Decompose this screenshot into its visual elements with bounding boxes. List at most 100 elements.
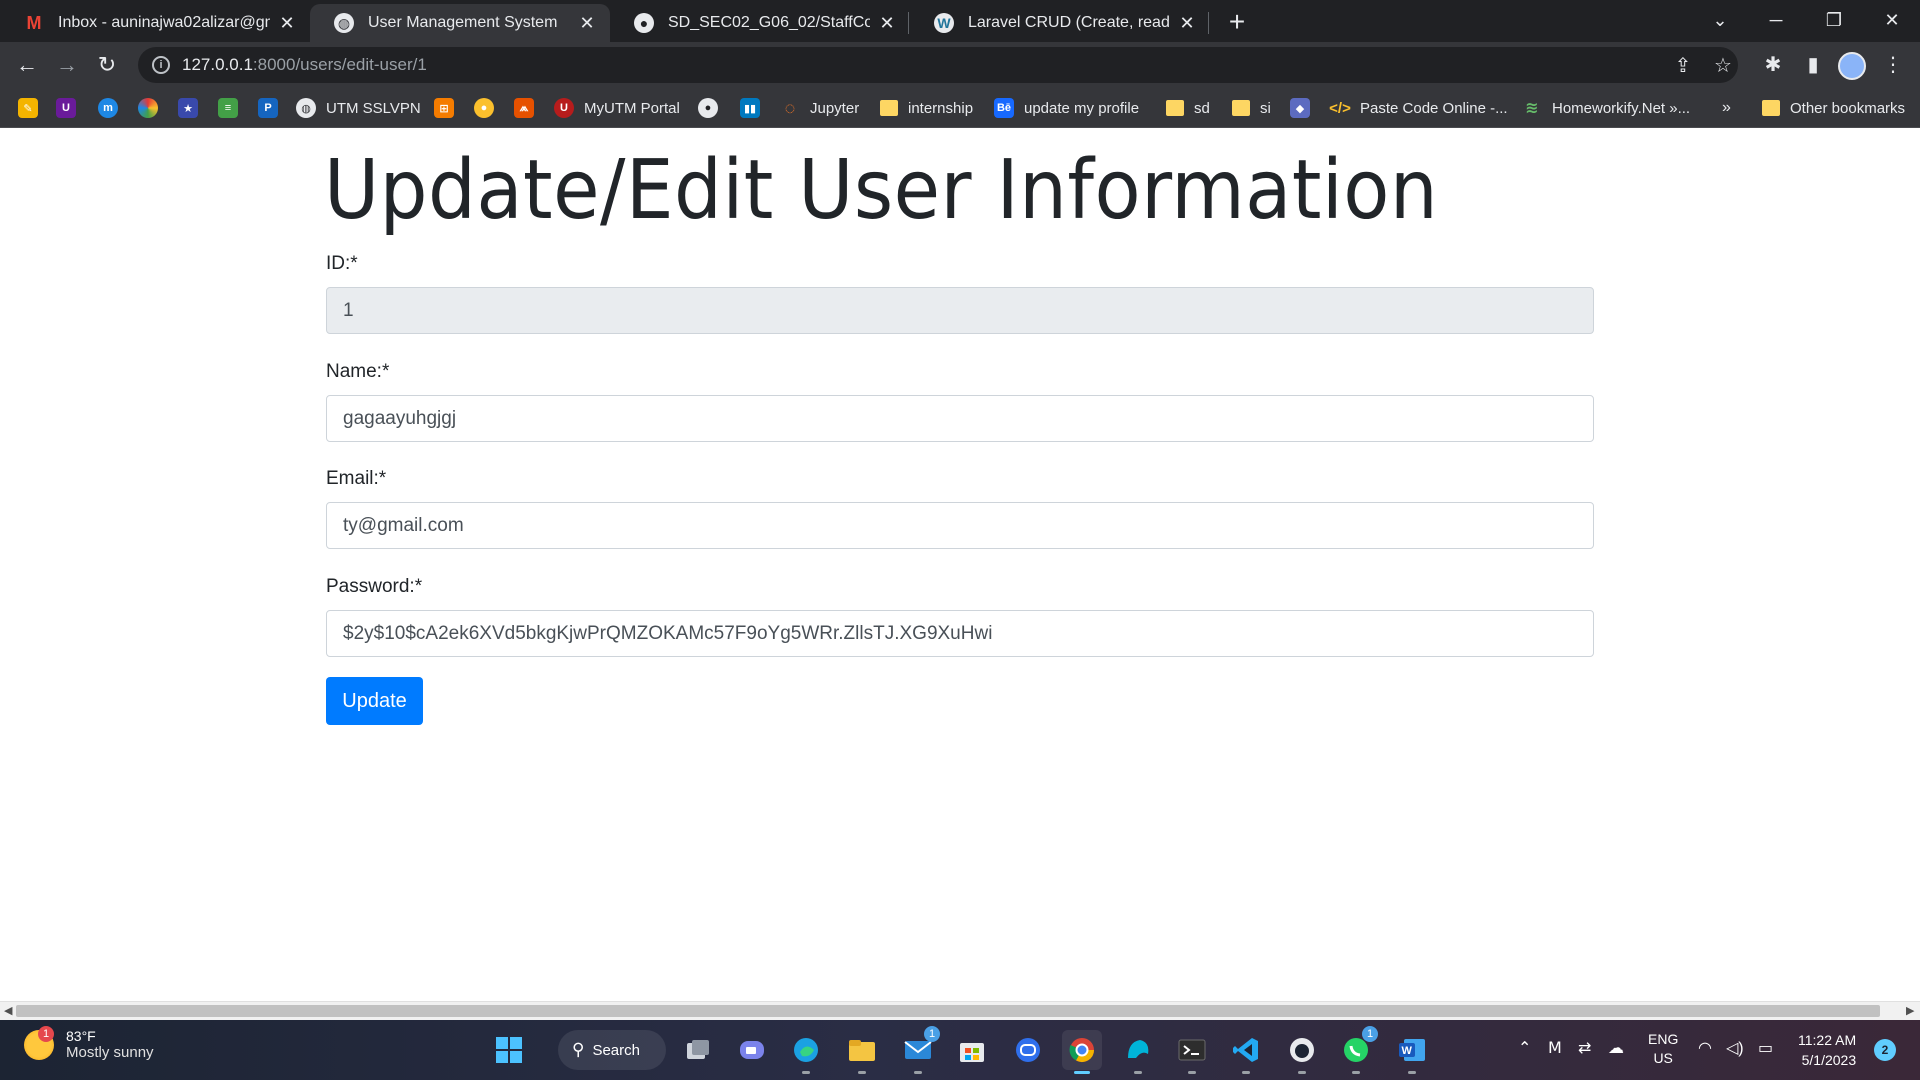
tab-search-chevron-icon[interactable]: ⌄ [1692,0,1748,42]
name-field[interactable]: gagaayuhgjgj [326,395,1594,442]
system-clock[interactable]: 11:22 AM 5/1/2023 [1798,1030,1856,1070]
reload-icon[interactable]: ↻ [90,48,124,82]
chrome-browser-icon[interactable] [1062,1030,1102,1074]
bookmark-utm-icon[interactable]: U [56,96,86,120]
tab-title: Laravel CRUD (Create, read, upda [968,14,1170,31]
tray-sliders-icon[interactable]: ⇄ [1578,1038,1591,1058]
search-label: Search [592,1041,640,1059]
email-field[interactable]: ty@gmail.com [326,502,1594,549]
mysql-workbench-icon[interactable] [1118,1030,1158,1074]
tab-gmail[interactable]: M Inbox - auninajwa02alizar@gmai ✕ [0,4,310,42]
bookmark-label: Jupyter [810,99,860,117]
profile-avatar[interactable] [1838,52,1866,80]
teams-chat-icon[interactable] [732,1030,772,1070]
bookmark-sd[interactable]: sd [1166,96,1210,120]
close-tab-icon[interactable]: ✕ [578,13,596,34]
task-view-icon[interactable] [678,1030,718,1070]
bookmark-homeworkify[interactable]: ≋ Homeworkify.Net »... [1522,96,1690,120]
bookmark-update-my-profile[interactable]: Bē update my profile [994,96,1139,120]
github-desktop-icon[interactable] [1282,1030,1322,1074]
edge-browser-icon[interactable] [786,1030,826,1074]
globe-icon: ◍ [296,98,316,118]
close-tab-icon[interactable]: ✕ [878,13,896,34]
bookmark-mountain-icon[interactable]: ⩕ [514,96,544,120]
close-window-button[interactable]: ✕ [1864,0,1920,42]
bookmark-other-bookmarks[interactable]: Other bookmarks [1762,96,1905,120]
extensions-puzzle-icon[interactable]: ✱ [1758,50,1788,80]
microsoft-store-icon[interactable] [952,1030,992,1070]
email-label: Email:* [326,468,387,489]
bookmark-orange-icon[interactable]: ⊞ [434,96,464,120]
sun-icon: 1 [24,1025,54,1060]
id-field[interactable]: 1 [326,287,1594,334]
volume-icon[interactable]: ◁) [1726,1038,1744,1058]
new-tab-button[interactable]: + [1220,6,1254,40]
bookmarks-overflow-chevron[interactable]: » [1722,96,1731,120]
notification-badge[interactable]: 2 [1874,1039,1896,1061]
page-content: Update/Edit User Information ID:* 1 Name… [0,129,1920,1001]
tab-github[interactable]: ● SD_SEC02_G06_02/StaffControlle ✕ [610,4,910,42]
chat-bubble-app-icon[interactable] [1008,1030,1048,1070]
bookmark-si[interactable]: si [1232,96,1271,120]
forward-arrow-icon[interactable]: → [50,48,84,82]
bookmark-teams-icon[interactable]: m [98,96,128,120]
url-host: 127.0.0.1 [182,55,253,74]
scroll-right-arrow-icon[interactable]: ▶ [1906,1004,1914,1017]
bookmark-cube-icon[interactable]: ◆ [1290,96,1320,120]
windows-start-icon[interactable] [489,1030,529,1070]
url-text[interactable]: 127.0.0.1:8000/users/edit-user/1 [182,55,427,75]
bookmark-star-icon[interactable]: ☆ [1708,53,1738,78]
password-field[interactable]: $2y$10$cA2ek6XVd5bkgKjwPrQMZOKAMc57F9oYg… [326,610,1594,657]
tab-title: Inbox - auninajwa02alizar@gmai [58,14,270,31]
close-tab-icon[interactable]: ✕ [278,13,296,34]
bookmark-github-icon[interactable]: ● [698,96,728,120]
weather-widget[interactable]: 1 83°F Mostly sunny [24,1025,154,1061]
address-bar[interactable]: i 127.0.0.1:8000/users/edit-user/1 ⇪ ☆ [138,47,1738,83]
bookmark-utm-sslvpn[interactable]: ◍ UTM SSLVPN [296,96,421,120]
restore-button[interactable]: ❐ [1806,0,1862,42]
vscode-icon[interactable] [1226,1030,1266,1074]
word-icon[interactable]: W [1392,1030,1432,1074]
globe-icon: ◍ [334,13,354,33]
bookmark-label: Paste Code Online -... [1360,99,1508,117]
site-info-icon[interactable]: i [152,56,170,74]
onedrive-cloud-icon[interactable]: ☁ [1608,1038,1624,1058]
bookmark-internship[interactable]: internship [880,96,973,120]
bookmark-label: Other bookmarks [1790,99,1906,117]
mail-icon[interactable]: 1 [898,1026,940,1074]
bookmark-stack-icon[interactable]: ≡ [218,96,248,120]
bookmark-circle-icon[interactable]: ● [474,96,504,120]
bookmark-paste-code[interactable]: </> Paste Code Online -... [1329,96,1508,120]
show-hidden-icons-chevron[interactable]: ⌃ [1518,1038,1531,1058]
bookmark-myutm-portal[interactable]: U MyUTM Portal [554,96,680,120]
file-explorer-icon[interactable] [842,1030,882,1074]
horizontal-scrollbar[interactable]: ◀ ▶ [0,1001,1920,1020]
tab-laravel-crud[interactable]: W Laravel CRUD (Create, read, upda ✕ [910,4,1210,42]
minimize-button[interactable]: ─ [1748,0,1804,42]
name-label: Name:* [326,361,390,382]
whatsapp-icon[interactable]: 1 [1336,1026,1378,1074]
bookmark-jupyter[interactable]: ◌ Jupyter [780,96,860,120]
tray-app-icon[interactable]: Ⅿ [1548,1038,1562,1058]
share-icon[interactable]: ⇪ [1668,53,1698,78]
scroll-left-arrow-icon[interactable]: ◀ [4,1004,12,1017]
battery-icon[interactable]: ▭ [1758,1038,1773,1058]
bookmark-star-icon[interactable]: ★ [178,96,208,120]
kebab-menu-icon[interactable]: ⋮ [1878,50,1908,80]
clock-date: 5/1/2023 [1801,1052,1857,1068]
bookmark-trello-icon[interactable]: ▮▮ [740,96,770,120]
update-button[interactable]: Update [326,677,423,725]
terminal-icon[interactable] [1172,1030,1212,1074]
wifi-icon[interactable]: ◠ [1698,1038,1712,1058]
close-tab-icon[interactable]: ✕ [1178,13,1196,34]
bookmark-pinwheel-icon[interactable] [138,96,168,120]
scrollbar-thumb[interactable] [16,1005,1880,1017]
bookmark-notes-icon[interactable]: ✎ [18,96,48,120]
language-indicator[interactable]: ENG US [1648,1030,1678,1068]
tab-user-management[interactable]: ◍ User Management System ✕ [310,4,610,42]
taskbar-search[interactable]: ⚲ Search [558,1030,666,1070]
bookmark-paypal-icon[interactable]: P [258,96,288,120]
search-icon: ⚲ [572,1040,585,1059]
side-panel-icon[interactable]: ▮ [1798,50,1828,80]
back-arrow-icon[interactable]: ← [10,48,44,82]
